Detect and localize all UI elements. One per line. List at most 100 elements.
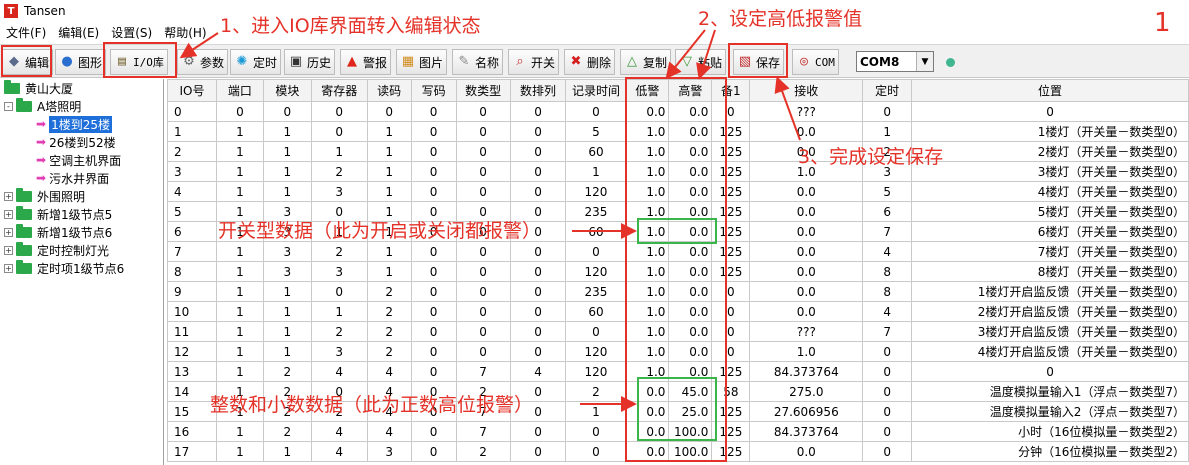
table-cell[interactable]: 0.0: [749, 221, 864, 242]
table-cell[interactable]: 8楼灯（开关量－数类型0）: [911, 261, 1189, 282]
table-cell[interactable]: 0: [167, 101, 217, 122]
table-cell[interactable]: 1: [366, 141, 412, 162]
table-cell[interactable]: 0.0: [749, 241, 864, 262]
table-cell[interactable]: 0: [911, 361, 1189, 382]
table-cell[interactable]: 8: [167, 261, 217, 282]
table-cell[interactable]: 0: [410, 141, 457, 162]
table-cell[interactable]: 235: [565, 201, 627, 222]
table-cell[interactable]: 6: [167, 221, 217, 242]
table-cell[interactable]: 0: [410, 181, 457, 202]
table-cell[interactable]: 1: [262, 121, 312, 142]
table-cell[interactable]: 17: [167, 441, 217, 462]
table-cell[interactable]: 9: [167, 281, 217, 302]
table-cell[interactable]: 0.0: [749, 441, 864, 462]
table-cell[interactable]: 1: [215, 121, 264, 142]
table-cell[interactable]: 1: [215, 421, 264, 442]
table-cell[interactable]: 小时（16位模拟量－数类型2）: [911, 421, 1189, 442]
table-cell[interactable]: 0.0: [749, 301, 864, 322]
table-cell[interactable]: 温度模拟量输入2（浮点－数类型7）: [911, 401, 1189, 422]
column-header[interactable]: IO号: [167, 79, 217, 102]
table-cell[interactable]: 2: [310, 161, 368, 182]
table-cell[interactable]: 0: [862, 401, 913, 422]
table-cell[interactable]: 3: [262, 241, 312, 262]
table-cell[interactable]: 1: [366, 261, 412, 282]
table-cell[interactable]: 1.0: [749, 341, 864, 362]
table-cell[interactable]: 0: [565, 441, 627, 462]
tree-leaf[interactable]: ➡ 污水井界面: [36, 169, 109, 187]
table-cell[interactable]: 275.0: [749, 381, 864, 402]
table-cell[interactable]: 13: [167, 361, 217, 382]
table-cell[interactable]: 0: [410, 241, 457, 262]
expand-icon[interactable]: +: [4, 191, 13, 201]
table-cell[interactable]: 84.373764: [749, 421, 864, 442]
table-cell[interactable]: 1: [215, 361, 264, 382]
table-cell[interactable]: 1: [215, 181, 264, 202]
table-cell[interactable]: 0: [862, 421, 913, 442]
table-cell[interactable]: 0: [215, 101, 264, 122]
table-cell[interactable]: 2: [366, 301, 412, 322]
table-cell[interactable]: 1: [366, 241, 412, 262]
table-cell[interactable]: 4楼灯开启监反馈（开关量－数类型0）: [911, 341, 1189, 362]
table-cell[interactable]: 12: [167, 341, 217, 362]
table-cell[interactable]: 1: [262, 141, 312, 162]
table-cell[interactable]: 分钟（16位模拟量－数类型2）: [911, 441, 1189, 462]
table-cell[interactable]: 3: [167, 161, 217, 182]
table-cell[interactable]: 0: [862, 341, 913, 362]
table-cell[interactable]: 0: [455, 241, 511, 262]
table-cell[interactable]: 7: [455, 361, 511, 382]
table-cell[interactable]: 1: [215, 281, 264, 302]
table-cell[interactable]: 1: [366, 181, 412, 202]
column-header[interactable]: 记录时间: [565, 79, 627, 102]
table-cell[interactable]: 5楼灯（开关量－数类型0）: [911, 201, 1189, 222]
table-cell[interactable]: 0: [410, 121, 457, 142]
menu-file[interactable]: 文件(F): [0, 24, 52, 41]
tree-group[interactable]: + 新增1级节点6: [4, 223, 112, 241]
history-button[interactable]: ▣ 历史: [284, 49, 336, 75]
table-cell[interactable]: 0: [509, 161, 567, 182]
table-cell[interactable]: 1: [215, 161, 264, 182]
table-cell[interactable]: 4: [509, 361, 567, 382]
table-cell[interactable]: 0: [410, 361, 457, 382]
table-cell[interactable]: 2: [310, 241, 368, 262]
table-cell[interactable]: 1: [366, 121, 412, 142]
table-cell[interactable]: 2: [262, 421, 312, 442]
menu-settings[interactable]: 设置(S): [105, 24, 158, 41]
table-cell[interactable]: 温度模拟量输入1（浮点－数类型7）: [911, 381, 1189, 402]
table-cell[interactable]: 2楼灯（开关量－数类型0）: [911, 141, 1189, 162]
paste-button[interactable]: ▽ 粘贴: [675, 49, 727, 75]
table-cell[interactable]: 3: [310, 181, 368, 202]
table-cell[interactable]: 27.606956: [749, 401, 864, 422]
table-cell[interactable]: 1: [215, 241, 264, 262]
table-cell[interactable]: 1: [215, 321, 264, 342]
copy-button[interactable]: △ 复制: [620, 49, 672, 75]
table-cell[interactable]: 0: [310, 281, 368, 302]
table-cell[interactable]: 120: [565, 361, 627, 382]
table-cell[interactable]: 0: [509, 341, 567, 362]
column-header[interactable]: 定时: [862, 79, 913, 102]
table-cell[interactable]: 0: [509, 241, 567, 262]
table-cell[interactable]: 1: [262, 281, 312, 302]
menu-help[interactable]: 帮助(H): [158, 24, 212, 41]
table-cell[interactable]: 1: [862, 121, 913, 142]
table-cell[interactable]: 4: [310, 421, 368, 442]
table-cell[interactable]: 0: [410, 281, 457, 302]
table-cell[interactable]: 84.373764: [749, 361, 864, 382]
table-cell[interactable]: 0: [455, 281, 511, 302]
table-cell[interactable]: 0: [410, 421, 457, 442]
table-cell[interactable]: 0: [410, 161, 457, 182]
table-cell[interactable]: 4楼灯（开关量－数类型0）: [911, 181, 1189, 202]
expand-icon[interactable]: +: [4, 209, 13, 219]
table-cell[interactable]: 3: [366, 441, 412, 462]
table-cell[interactable]: 2: [565, 381, 627, 402]
table-cell[interactable]: 0: [565, 321, 627, 342]
table-cell[interactable]: 2: [366, 321, 412, 342]
params-button[interactable]: ⚙ 参数: [177, 49, 229, 75]
table-cell[interactable]: 6: [862, 201, 913, 222]
expand-icon[interactable]: +: [4, 245, 13, 255]
table-cell[interactable]: 60: [565, 141, 627, 162]
name-button[interactable]: ✎ 名称: [452, 49, 504, 75]
column-header[interactable]: 端口: [215, 79, 264, 102]
table-cell[interactable]: 0: [565, 101, 627, 122]
table-cell[interactable]: 120: [565, 341, 627, 362]
column-header[interactable]: 数排列: [509, 79, 567, 102]
